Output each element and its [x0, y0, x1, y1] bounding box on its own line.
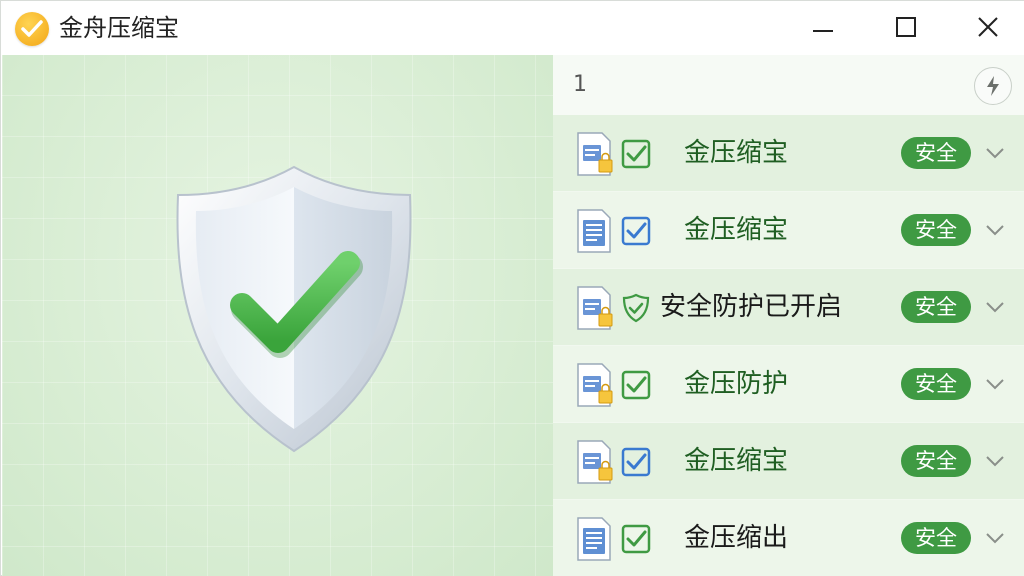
chevron-down-icon[interactable]: [983, 449, 1007, 473]
checkbox-checked-icon[interactable]: [621, 447, 651, 477]
scan-results-panel: 1 金压缩宝 安全 金压缩宝 安全 安全防护已开启 安全 金压防护 安全 金压缩…: [553, 55, 1024, 576]
locked-document-icon: [575, 284, 615, 332]
app-title: 金舟压缩宝: [59, 14, 179, 42]
protection-status-panel: [2, 55, 553, 576]
item-label: 金压缩宝: [684, 215, 789, 245]
list-item[interactable]: 金压缩宝 安全: [553, 192, 1024, 268]
item-label: 金压防护: [684, 369, 789, 399]
status-badge: 安全: [901, 137, 971, 169]
checkbox-checked-icon[interactable]: [621, 216, 651, 246]
checkbox-checked-icon[interactable]: [621, 139, 651, 169]
status-badge: 安全: [901, 445, 971, 477]
title-bar: 金舟压缩宝: [1, 1, 1024, 55]
close-icon: [978, 17, 998, 37]
list-item[interactable]: 金压缩出 安全: [553, 500, 1024, 576]
status-badge: 安全: [901, 522, 971, 554]
chevron-down-icon[interactable]: [983, 218, 1007, 242]
chevron-down-icon[interactable]: [983, 372, 1007, 396]
app-logo-icon: [15, 12, 49, 46]
shield-check-icon: [621, 293, 651, 323]
item-label: 安全防护已开启: [660, 292, 843, 322]
document-icon: [575, 515, 615, 563]
document-icon: [575, 207, 615, 255]
status-badge: 安全: [901, 368, 971, 400]
lightning-icon: [987, 76, 999, 96]
checkbox-checked-icon[interactable]: [621, 524, 651, 554]
chevron-down-icon[interactable]: [983, 295, 1007, 319]
list-item[interactable]: 金压缩宝 安全: [553, 423, 1024, 499]
shield-check-icon: [170, 165, 418, 455]
status-badge: 安全: [901, 214, 971, 246]
close-button[interactable]: [963, 5, 1013, 49]
minimize-button[interactable]: [798, 5, 848, 49]
locked-document-icon: [575, 361, 615, 409]
chevron-down-icon[interactable]: [983, 526, 1007, 550]
chevron-down-icon[interactable]: [983, 141, 1007, 165]
locked-document-icon: [575, 438, 615, 486]
checkbox-checked-icon[interactable]: [621, 370, 651, 400]
quick-scan-button[interactable]: [974, 67, 1012, 105]
list-item[interactable]: 金压缩宝 安全: [553, 115, 1024, 191]
list-item[interactable]: 金压防护 安全: [553, 346, 1024, 422]
results-header: 1: [553, 55, 1024, 115]
list-item[interactable]: 安全防护已开启 安全: [553, 269, 1024, 345]
maximize-button[interactable]: [881, 5, 931, 49]
locked-document-icon: [575, 130, 615, 178]
results-count: 1: [573, 72, 587, 97]
maximize-icon: [896, 17, 916, 37]
app-window: 金舟压缩宝 1 金压缩宝 安全 金压缩宝 安全 安全防护已开启 安全 金压防护 …: [0, 0, 1024, 576]
item-label: 金压缩宝: [684, 138, 789, 168]
item-label: 金压缩出: [684, 523, 789, 553]
item-label: 金压缩宝: [684, 446, 789, 476]
minimize-icon: [813, 30, 833, 32]
status-badge: 安全: [901, 291, 971, 323]
